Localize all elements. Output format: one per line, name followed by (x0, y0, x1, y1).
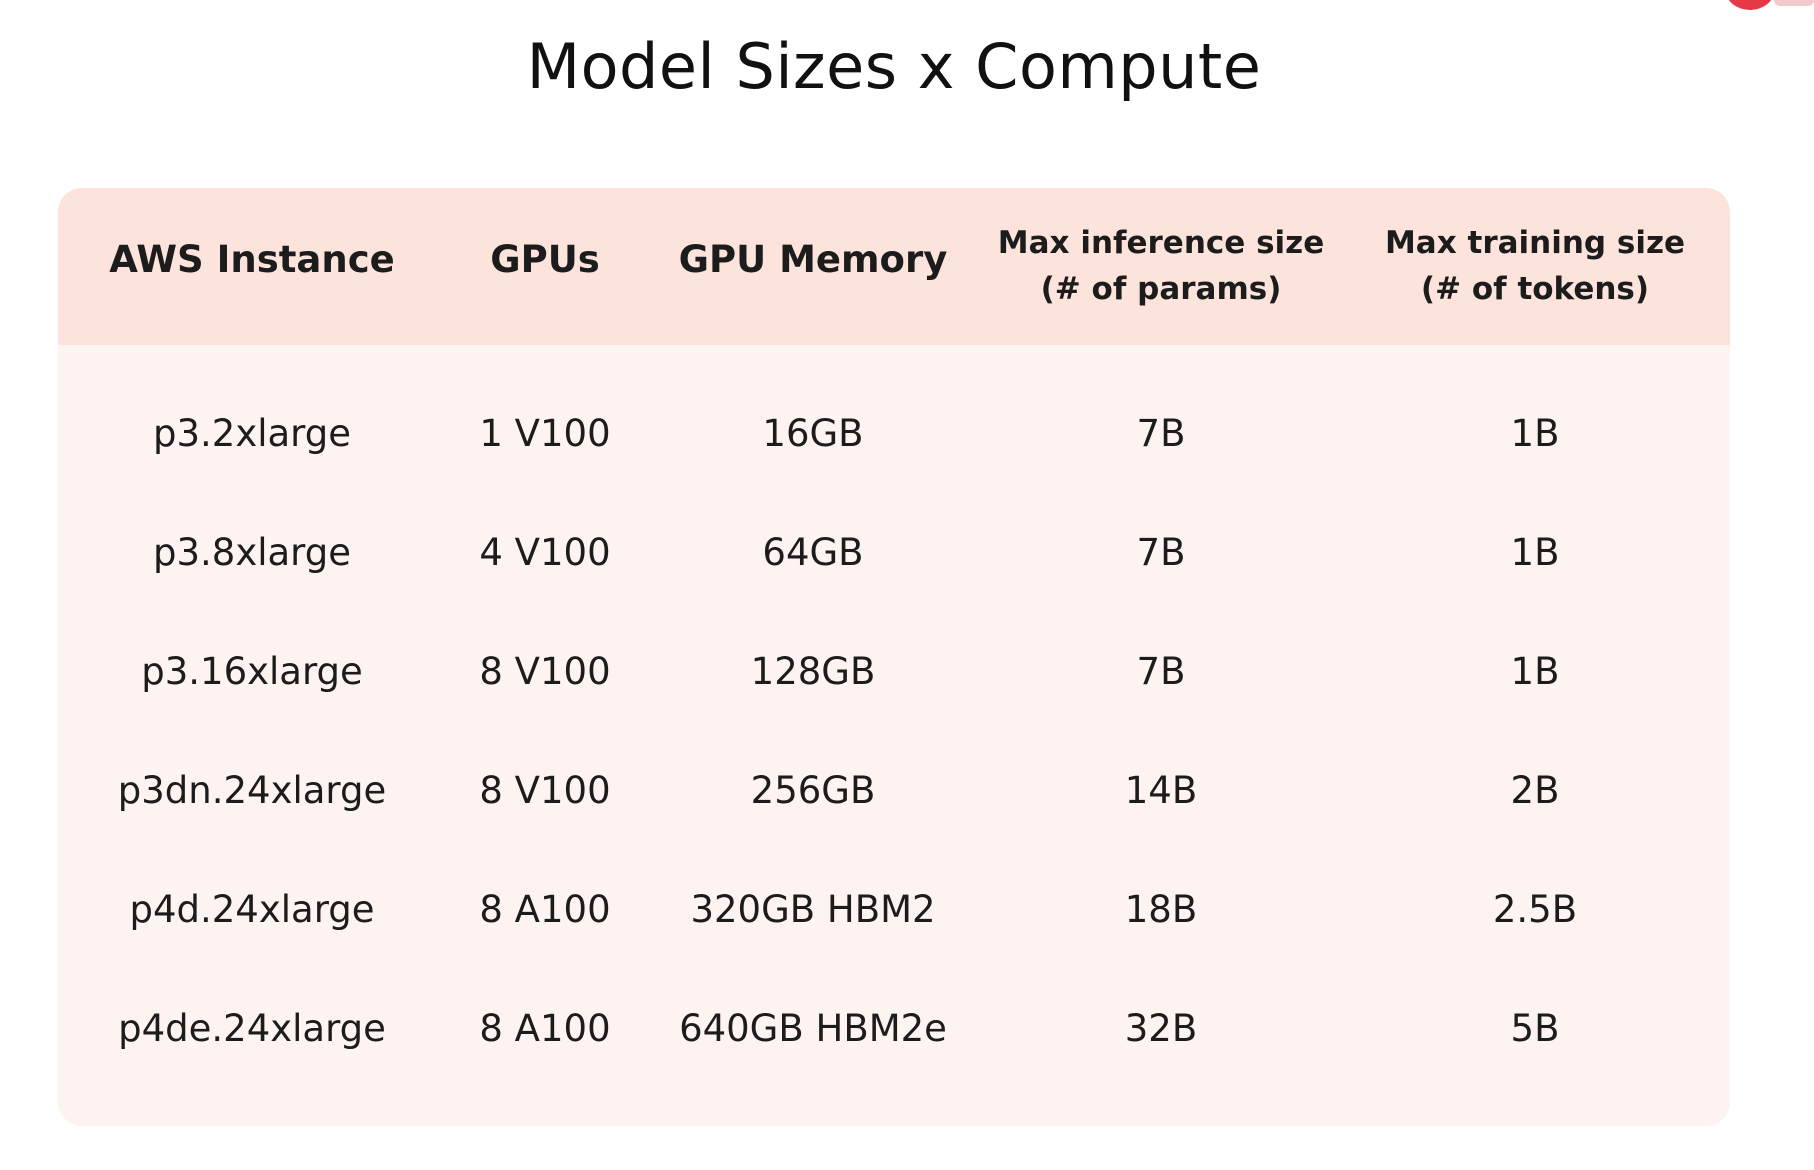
corner-logo-icon (1726, 0, 1774, 10)
cell-max-inference: 14B (1124, 769, 1198, 812)
cell-gpus: 8 V100 (479, 650, 611, 693)
cell-gpu-memory: 256GB (750, 769, 876, 812)
header-max-inference-size: Max inference size (# of params) (998, 220, 1324, 312)
cell-gpu-memory: 128GB (750, 650, 876, 693)
page-title: Model Sizes x Compute (526, 30, 1262, 103)
cell-max-training: 1B (1510, 412, 1560, 455)
cell-max-inference: 18B (1124, 888, 1198, 931)
cell-instance: p3.2xlarge (153, 412, 351, 455)
corner-logo-tail-icon (1774, 0, 1814, 6)
cell-max-inference: 7B (1136, 412, 1186, 455)
cell-instance: p3.16xlarge (141, 650, 363, 693)
cell-instance: p3.8xlarge (153, 531, 351, 574)
header-gpu-memory: GPU Memory (678, 238, 948, 281)
cell-gpu-memory: 16GB (762, 412, 864, 455)
cell-gpus: 8 V100 (479, 769, 611, 812)
cell-instance: p3dn.24xlarge (117, 769, 387, 812)
cell-gpus: 4 V100 (479, 531, 611, 574)
compute-table: AWS Instance GPUs GPU Memory Max inferen… (58, 188, 1730, 1126)
header-aws-instance: AWS Instance (109, 238, 395, 281)
cell-max-inference: 7B (1136, 531, 1186, 574)
cell-gpu-memory: 640GB HBM2e (679, 1007, 947, 1050)
header-gpus: GPUs (490, 238, 600, 281)
cell-gpus: 1 V100 (479, 412, 611, 455)
cell-instance: p4d.24xlarge (129, 888, 375, 931)
header-max-inference-size-line1: Max inference size (997, 225, 1325, 261)
table-header-row: AWS Instance GPUs GPU Memory Max inferen… (58, 188, 1730, 345)
header-max-training-size: Max training size (# of tokens) (1385, 220, 1685, 312)
header-max-training-size-line2: (# of tokens) (1420, 271, 1650, 307)
cell-max-inference: 32B (1124, 1007, 1198, 1050)
cell-max-training: 2B (1510, 769, 1560, 812)
cell-max-training: 1B (1510, 650, 1560, 693)
header-max-inference-size-line2: (# of params) (1040, 271, 1282, 307)
cell-gpus: 8 A100 (479, 888, 611, 931)
header-max-training-size-line1: Max training size (1384, 225, 1686, 261)
cell-max-training: 5B (1510, 1007, 1560, 1050)
cell-gpu-memory: 64GB (762, 531, 864, 574)
cell-instance: p4de.24xlarge (118, 1007, 386, 1050)
cell-gpu-memory: 320GB HBM2 (690, 888, 936, 931)
cell-gpus: 8 A100 (479, 1007, 611, 1050)
cell-max-inference: 7B (1136, 650, 1186, 693)
cell-max-training: 2.5B (1492, 888, 1578, 931)
cell-max-training: 1B (1510, 531, 1560, 574)
